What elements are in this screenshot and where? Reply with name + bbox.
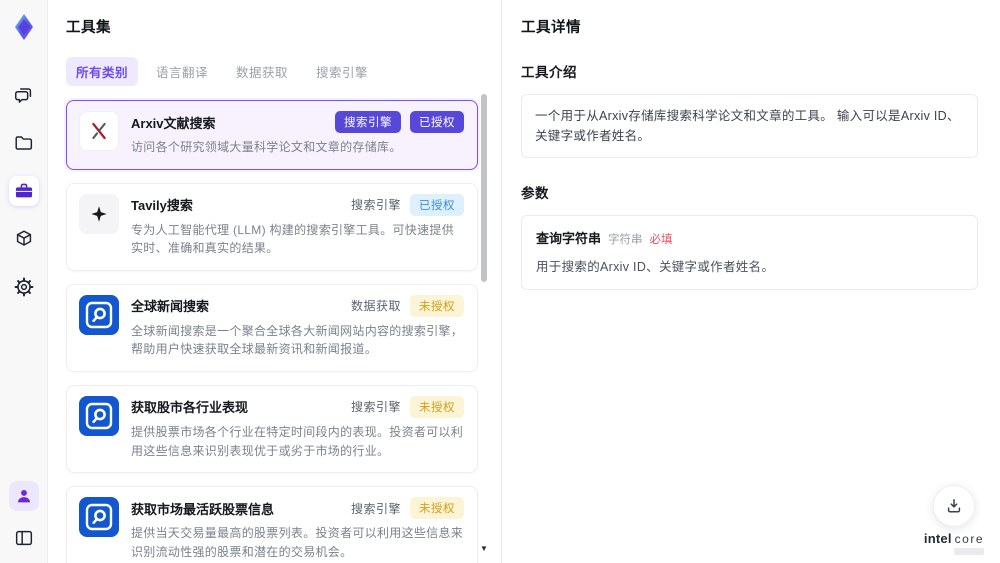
intel-logo-subtext — [954, 548, 984, 555]
package-icon[interactable] — [9, 224, 39, 254]
category-label: 数据获取 — [350, 299, 401, 314]
tool-description: 提供当天交易量最高的股票列表。投资者可以利用这些信息来识别流动性强的股票和潜在的… — [131, 526, 464, 559]
auth-status-badge: 未授权 — [410, 497, 464, 520]
chat-icon[interactable] — [9, 80, 39, 110]
parameter-description: 用于搜索的Arxiv ID、关键字或作者姓名。 — [536, 260, 775, 274]
parameter-required-badge: 必填 — [649, 234, 673, 246]
toolbox-icon[interactable] — [8, 176, 39, 206]
tool-title: 获取市场最活跃股票信息 — [131, 501, 275, 517]
intel-core-logo: intel core — [923, 531, 984, 546]
category-tabs: 所有类别 语言翻译 数据获取 搜索引擎 — [66, 57, 501, 86]
tab-all-categories[interactable]: 所有类别 — [66, 57, 139, 86]
intro-heading: 工具介绍 — [521, 65, 577, 80]
scrollbar-down-arrow-icon[interactable]: ▼ — [480, 544, 488, 553]
app-logo[interactable] — [9, 12, 39, 42]
category-label: 搜索引擎 — [350, 400, 401, 415]
tab-data-acquisition[interactable]: 数据获取 — [226, 57, 298, 86]
download-button[interactable] — [932, 485, 975, 527]
star-icon — [79, 193, 119, 234]
sidebar-bottom — [8, 481, 39, 553]
auth-status-badge: 已授权 — [410, 111, 464, 133]
tool-card-sector-performance[interactable]: 获取股市各行业表现 搜索引擎 未授权 提供股票市场各个行业在特定时间段内的表现。… — [66, 384, 478, 474]
category-label: 搜索引擎 — [350, 198, 401, 213]
tool-card-tavily[interactable]: Tavily搜索 搜索引擎 已授权 专为人工智能代理 (LLM) 构建的搜索引擎… — [66, 182, 478, 271]
tool-description: 全球新闻搜索是一个聚合全球各大新闻网站内容的搜索引擎，帮助用户快速获取全球最新资… — [131, 323, 464, 357]
corner-widgets: intel core — [924, 485, 984, 555]
auth-status-badge: 已授权 — [410, 193, 464, 216]
toolset-title: 工具集 — [66, 20, 111, 36]
panel-toggle-icon[interactable] — [9, 523, 39, 553]
details-title: 工具详情 — [521, 20, 581, 36]
magnifier-app-icon — [79, 294, 119, 335]
toolset-panel: 工具集 所有类别 语言翻译 数据获取 搜索引擎 Arxiv文献搜索 搜索引擎 已… — [48, 0, 502, 563]
tool-description: 提供股票市场各个行业在特定时间段内的表现。投资者可以利用这些信息来识别表现优于或… — [131, 424, 464, 458]
settings-icon[interactable] — [9, 272, 39, 302]
intro-text: 一个用于从Arxiv存储库搜索科学论文和文章的工具。 输入可以是Arxiv ID… — [535, 109, 960, 143]
tab-search-engine[interactable]: 搜索引擎 — [306, 57, 378, 86]
tool-title: 获取股市各行业表现 — [131, 400, 249, 416]
tool-list: Arxiv文献搜索 搜索引擎 已授权 访问各个研究领域大量科学论文和文章的存储库… — [66, 100, 478, 563]
arxiv-icon — [79, 111, 119, 151]
app-window: 工具集 所有类别 语言翻译 数据获取 搜索引擎 Arxiv文献搜索 搜索引擎 已… — [0, 0, 1000, 563]
sidebar-nav — [8, 80, 39, 302]
download-icon — [947, 499, 961, 513]
magnifier-app-icon — [79, 497, 119, 538]
parameter-name: 查询字符串 — [536, 231, 602, 246]
category-label: 搜索引擎 — [350, 501, 401, 516]
category-badge: 搜索引擎 — [335, 111, 401, 133]
tool-description: 访问各个研究领域大量科学论文和文章的存储库。 — [131, 140, 402, 154]
tool-card-global-news[interactable]: 全球新闻搜索 数据获取 未授权 全球新闻搜索是一个聚合全球各大新闻网站内容的搜索… — [66, 283, 478, 372]
tab-language-translation[interactable]: 语言翻译 — [146, 57, 218, 86]
tool-title: Arxiv文献搜索 — [131, 115, 216, 131]
tool-card-arxiv[interactable]: Arxiv文献搜索 搜索引擎 已授权 访问各个研究领域大量科学论文和文章的存储库… — [66, 100, 478, 170]
list-scrollbar[interactable]: ▼ — [480, 88, 488, 553]
tool-title: Tavily搜索 — [131, 198, 193, 214]
intro-card: 一个用于从Arxiv存储库搜索科学论文和文章的工具。 输入可以是Arxiv ID… — [521, 94, 978, 158]
parameter-card: 查询字符串 字符串 必填 用于搜索的Arxiv ID、关键字或作者姓名。 — [521, 215, 978, 290]
folder-icon[interactable] — [9, 128, 39, 158]
tool-details-panel: 工具详情 工具介绍 一个用于从Arxiv存储库搜索科学论文和文章的工具。 输入可… — [502, 0, 1000, 563]
parameter-type: 字符串 — [608, 234, 643, 246]
tool-card-most-active-stocks[interactable]: 获取市场最活跃股票信息 搜索引擎 未授权 提供当天交易量最高的股票列表。投资者可… — [66, 486, 478, 563]
user-icon[interactable] — [8, 481, 39, 511]
auth-status-badge: 未授权 — [410, 395, 464, 418]
auth-status-badge: 未授权 — [410, 294, 464, 317]
tool-description: 专为人工智能代理 (LLM) 构建的搜索引擎工具。可快速提供实时、准确和真实的结… — [131, 222, 455, 256]
params-heading: 参数 — [521, 186, 549, 201]
tool-title: 全球新闻搜索 — [131, 299, 210, 315]
magnifier-app-icon — [79, 395, 119, 436]
sidebar — [0, 0, 48, 563]
scrollbar-thumb[interactable] — [481, 94, 487, 282]
